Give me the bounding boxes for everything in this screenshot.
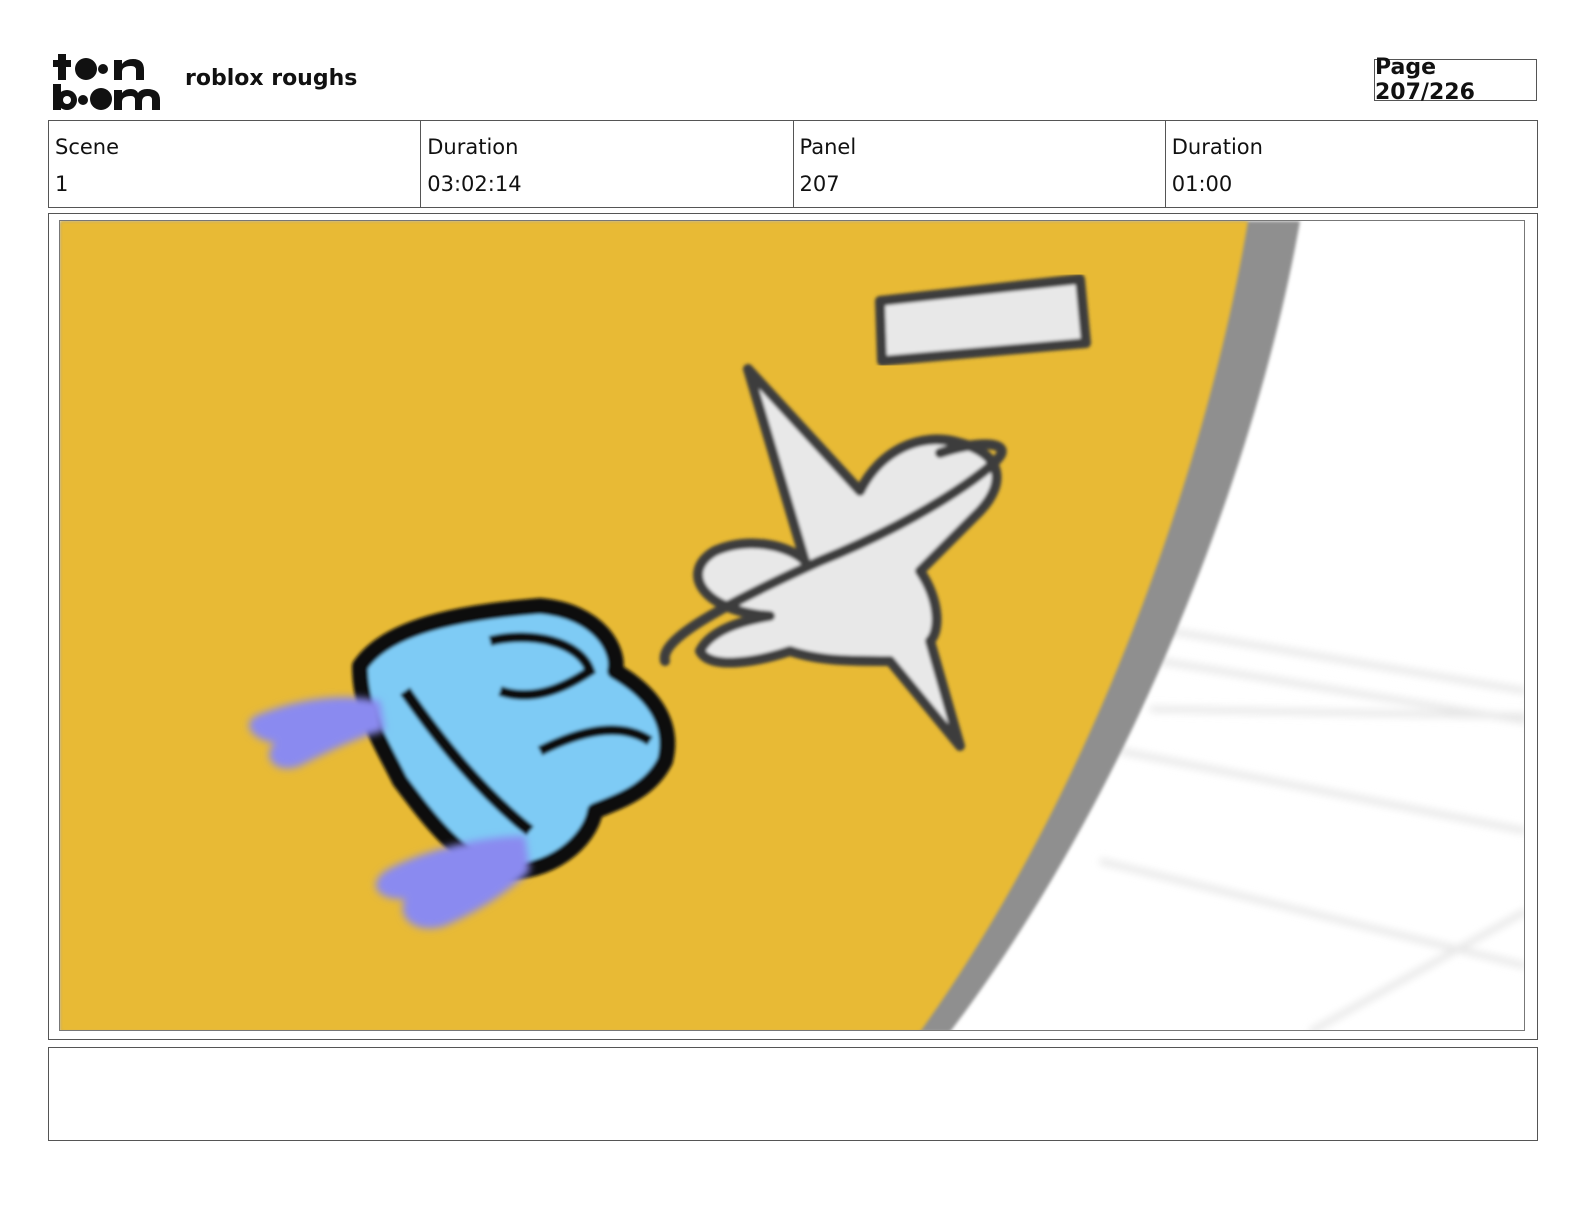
panel-info-table: Scene 1 Duration 03:02:14 Panel 207 Dura… [48,120,1538,208]
toon-boom-logo [53,54,160,110]
scene-label: Scene [55,135,120,159]
panel-value: 207 [799,172,840,196]
panel-cell: Panel 207 [794,121,1166,207]
storyboard-panel-frame [48,213,1538,1040]
panel-notes-box [48,1047,1538,1141]
panel-duration-cell: Duration 01:00 [1166,121,1537,207]
panel-notes-text [49,1048,1537,1064]
scene-value: 1 [55,172,69,196]
storyboard-panel-image [59,220,1525,1031]
page-number: Page 207/226 [1374,55,1537,105]
project-title: roblox roughs [185,66,358,91]
panel-duration-label: Duration [1171,135,1263,159]
panel-duration-value: 01:00 [1171,172,1233,196]
scene-duration-cell: Duration 03:02:14 [421,121,794,207]
scene-duration-label: Duration [427,135,519,159]
scene-cell: Scene 1 [49,121,422,207]
scene-duration-value: 03:02:14 [427,172,522,196]
panel-label: Panel [799,135,857,159]
